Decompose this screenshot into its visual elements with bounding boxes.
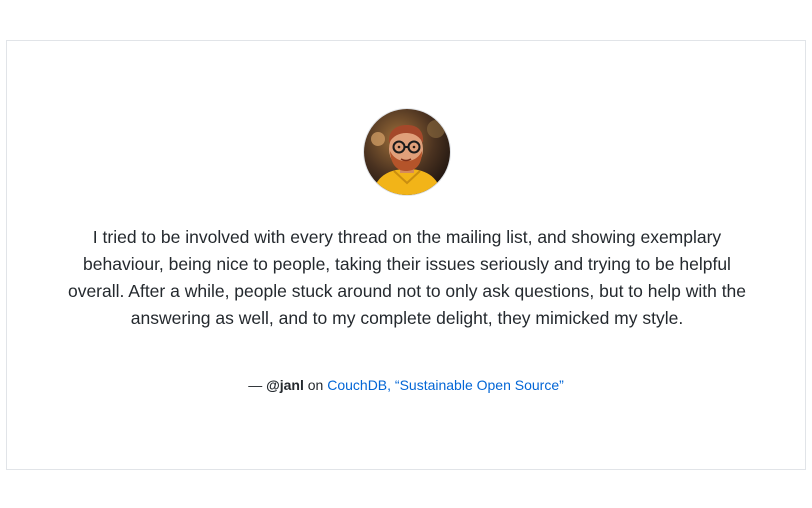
testimonial-quote: I tried to be involved with every thread… [67,227,747,328]
testimonial-card: I tried to be involved with every thread… [6,40,806,470]
source-link[interactable]: CouchDB, “Sustainable Open Source” [327,377,564,393]
avatar-photo-icon [364,109,450,195]
author-avatar [364,109,450,195]
attribution-dash: — [248,377,263,393]
attribution-on-text: on [307,377,324,393]
author-handle: @janl [266,377,304,393]
quote-attribution: — @janl on CouchDB, “Sustainable Open So… [7,375,805,395]
